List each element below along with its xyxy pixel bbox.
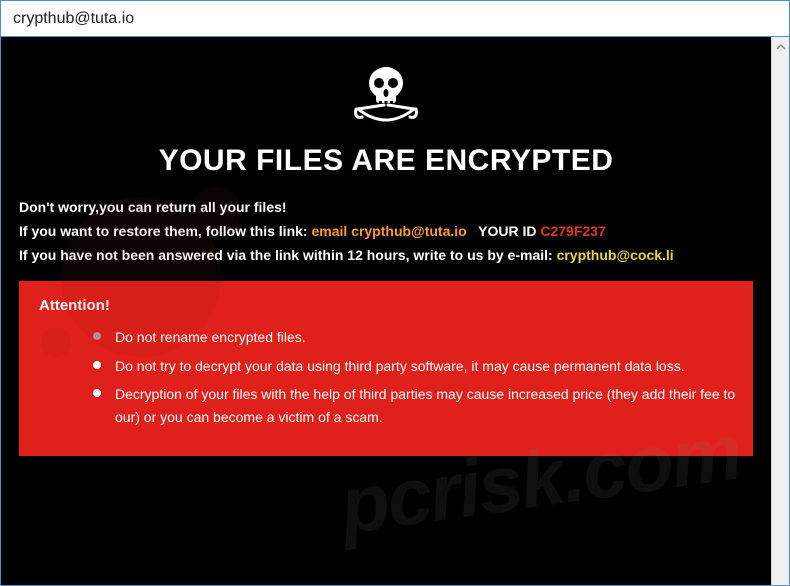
list-item: Do not rename encrypted files. [93, 326, 739, 348]
attention-list: Do not rename encrypted files. Do not tr… [33, 326, 739, 428]
list-item: Do not try to decrypt your data using th… [93, 355, 739, 377]
content-area: YOUR FILES ARE ENCRYPTED Don't worry,you… [1, 37, 789, 585]
scroll-up-arrow-icon[interactable] [775, 41, 787, 53]
ransom-note-panel: YOUR FILES ARE ENCRYPTED Don't worry,you… [1, 37, 771, 585]
headline-text: YOUR FILES ARE ENCRYPTED [19, 144, 753, 178]
dialog-window: crypthub@tuta.io [0, 0, 790, 586]
intro-line1: Don't worry,you can return all your file… [19, 196, 753, 220]
intro-line3-prefix: If you have not been answered via the li… [19, 247, 557, 263]
intro-line2-prefix: If you want to restore them, follow this… [19, 223, 311, 239]
contact-email-primary: email crypthub@tuta.io [311, 223, 466, 239]
hero-section: YOUR FILES ARE ENCRYPTED [19, 61, 753, 178]
intro-line2: If you want to restore them, follow this… [19, 220, 753, 244]
window-titlebar[interactable]: crypthub@tuta.io [1, 1, 789, 37]
intro-line3: If you have not been answered via the li… [19, 244, 753, 268]
your-id-value: C279F237 [540, 223, 605, 239]
intro-block: Don't worry,you can return all your file… [19, 196, 753, 267]
attention-title: Attention! [39, 297, 739, 314]
your-id-label: YOUR ID [467, 223, 541, 239]
skull-swords-icon [346, 61, 426, 136]
vertical-scrollbar[interactable] [771, 37, 789, 585]
contact-email-secondary: crypthub@cock.li [557, 247, 674, 263]
attention-box: Attention! Do not rename encrypted files… [19, 281, 753, 456]
window-title: crypthub@tuta.io [13, 10, 134, 28]
list-item: Decryption of your files with the help o… [93, 383, 739, 428]
